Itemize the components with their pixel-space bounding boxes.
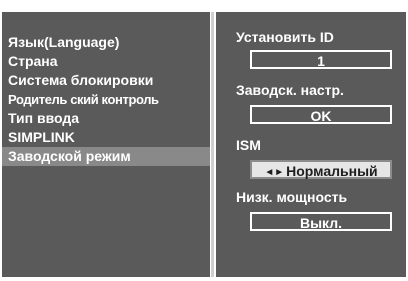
low-power-label: Низк. мощность: [236, 189, 348, 205]
set-id-label: Установить ID: [236, 29, 334, 45]
menu-item-input-type[interactable]: Тип ввода: [2, 109, 210, 128]
menu-item-factory-mode[interactable]: Заводской режим: [2, 147, 210, 166]
factory-reset-ok-button[interactable]: OK: [250, 105, 392, 124]
osd-menu-window: Язык(Language) Страна Система блокировки…: [0, 0, 408, 281]
settings-panel: Установить ID 1 Заводск. настр. OK ISM ◄…: [216, 12, 406, 277]
menu-item-lock-system[interactable]: Система блокировки: [2, 71, 210, 90]
left-right-arrows-icon: ◄►: [264, 167, 285, 178]
menu-item-country[interactable]: Страна: [2, 52, 210, 71]
menu-list: Язык(Language) Страна Система блокировки…: [2, 33, 210, 166]
ism-value: Нормальный: [286, 163, 378, 179]
ism-selector[interactable]: ◄► Нормальный: [250, 160, 392, 179]
menu-item-parental-control[interactable]: Родитель ский контроль: [2, 90, 210, 109]
set-id-value-box[interactable]: 1: [250, 50, 392, 69]
panel-divider: [211, 12, 214, 277]
menu-item-simplink[interactable]: SIMPLINK: [2, 128, 210, 147]
factory-reset-label: Заводск. настр.: [236, 82, 344, 98]
menu-panel: Язык(Language) Страна Система блокировки…: [2, 12, 210, 277]
ism-label: ISM: [236, 137, 261, 153]
low-power-value-box[interactable]: Выкл.: [250, 212, 392, 231]
menu-item-language[interactable]: Язык(Language): [2, 33, 210, 52]
